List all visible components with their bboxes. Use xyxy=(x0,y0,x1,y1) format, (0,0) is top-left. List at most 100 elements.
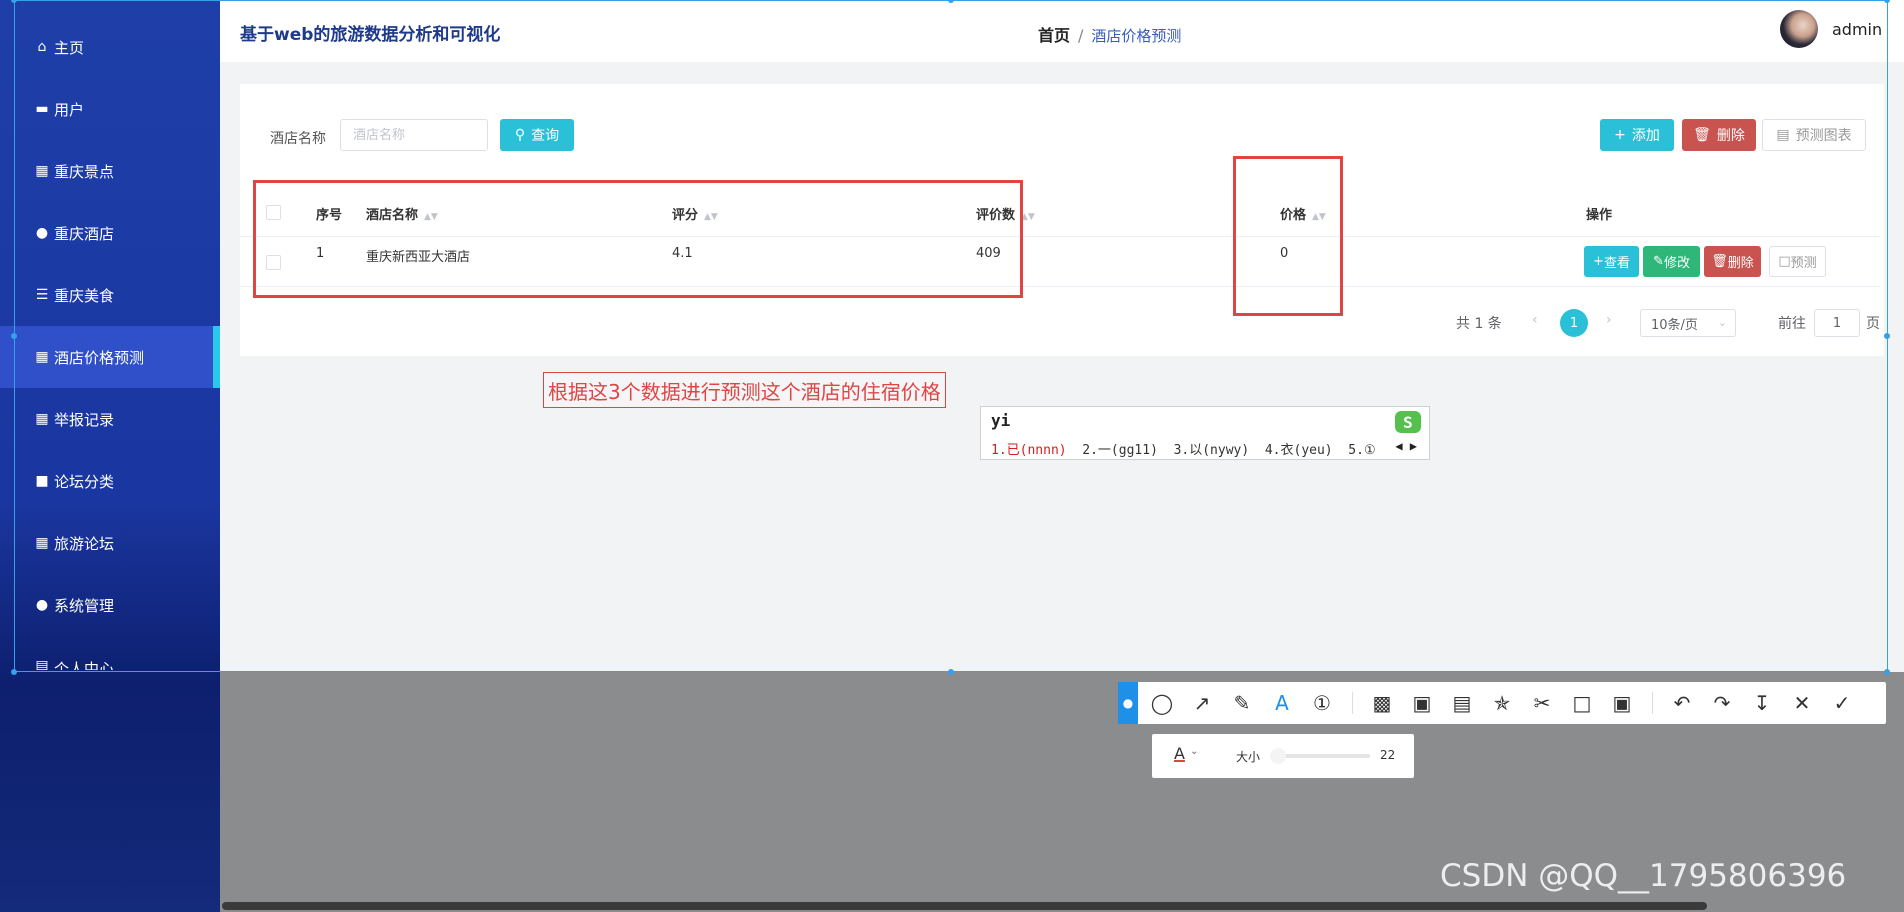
search-icon: ⚲ xyxy=(514,127,526,143)
chevron-down-icon[interactable]: ⌄ xyxy=(1190,746,1198,757)
next-page-icon[interactable]: › xyxy=(1606,312,1612,328)
ime-candidate[interactable]: 2.一(gg11) xyxy=(1082,443,1158,458)
grid-icon: ▦ xyxy=(35,411,49,427)
edit-button-label: 修改 xyxy=(1663,256,1690,271)
breadcrumb: 首页 / 酒店价格预测 xyxy=(1038,22,1181,46)
ocr-icon[interactable]: ▣ xyxy=(1604,686,1640,720)
pin-icon[interactable]: ✯ xyxy=(1484,686,1520,720)
chevron-down-icon: ⌄ xyxy=(1717,316,1727,329)
breadcrumb-current: 酒店价格预测 xyxy=(1091,27,1182,45)
redo-icon[interactable]: ↷ xyxy=(1704,686,1740,720)
page-size-select[interactable]: 10条/页 ⌄ xyxy=(1640,309,1736,337)
mosaic-icon[interactable]: ▩ xyxy=(1364,686,1400,720)
plus-icon: + xyxy=(1614,127,1626,143)
search-label: 酒店名称 xyxy=(270,131,326,147)
sidebar-item-label: 旅游论坛 xyxy=(54,534,115,553)
text-tool-icon[interactable]: A xyxy=(1264,686,1300,720)
undo-icon[interactable]: ↶ xyxy=(1664,686,1700,720)
username[interactable]: admin xyxy=(1832,20,1882,39)
predict-button[interactable]: □ 预测 xyxy=(1769,246,1826,277)
ime-candidate[interactable]: 3.以(nywy) xyxy=(1174,443,1250,458)
download-icon[interactable]: ↧ xyxy=(1744,686,1780,720)
hatch-icon[interactable]: ▤ xyxy=(1444,686,1480,720)
person-icon: ● xyxy=(35,225,49,241)
avatar[interactable] xyxy=(1780,10,1818,48)
page-size-value: 10条/页 xyxy=(1651,317,1698,333)
annotation-text[interactable]: 根据这3个数据进行预测这个酒店的住宿价格 xyxy=(543,372,946,408)
ime-candidate[interactable]: 5.① xyxy=(1348,443,1375,458)
font-color-icon[interactable]: A xyxy=(1174,744,1185,763)
sidebar-item-attractions[interactable]: ▦ 重庆景点 xyxy=(0,140,220,202)
close-icon[interactable]: ✕ xyxy=(1784,686,1820,720)
scissors-icon[interactable]: ✂ xyxy=(1524,686,1560,720)
edit-button[interactable]: ✎ 修改 xyxy=(1643,246,1700,277)
header-ops: 操作 xyxy=(1586,208,1613,223)
grid-icon: ▦ xyxy=(35,349,49,365)
breadcrumb-separator: / xyxy=(1078,26,1084,45)
watermark: CSDN @QQ__1795806396 xyxy=(1440,858,1847,894)
row-delete-button-label: 删除 xyxy=(1727,256,1754,271)
sidebar-item-label: 举报记录 xyxy=(54,410,115,429)
page-number-current[interactable]: 1 xyxy=(1560,309,1588,337)
blur-icon[interactable]: ▣ xyxy=(1404,686,1440,720)
sidebar-item-system[interactable]: ● 系统管理 xyxy=(0,574,220,636)
view-button[interactable]: + 查看 xyxy=(1584,246,1639,277)
trash-icon: 🗑 xyxy=(1693,127,1711,143)
prev-page-icon[interactable]: ‹ xyxy=(1532,312,1538,328)
confirm-icon[interactable]: ✓ xyxy=(1824,686,1860,720)
hotel-name-search-input[interactable] xyxy=(340,119,488,151)
sidebar-item-label: 主页 xyxy=(54,38,85,57)
font-size-value: 22 xyxy=(1380,748,1396,762)
toolbar-divider xyxy=(1652,692,1653,714)
top-bar: 基于web的旅游数据分析和可视化 首页 / 酒店价格预测 admin xyxy=(220,0,1904,62)
ime-candidate-window: yi S 1.已(nnnn) 2.一(gg11) 3.以(nywy) 4.衣(y… xyxy=(980,406,1430,460)
toolbar-divider xyxy=(1352,692,1353,714)
resize-handle[interactable] xyxy=(11,333,17,339)
sidebar-item-price-prediction[interactable]: ▦ 酒店价格预测 xyxy=(0,326,220,388)
sidebar-item-forum[interactable]: ▦ 旅游论坛 xyxy=(0,512,220,574)
ime-logo-icon: S xyxy=(1395,411,1421,433)
arrow-icon[interactable]: ↗ xyxy=(1184,686,1220,720)
pen-icon[interactable]: ✎ xyxy=(1224,686,1260,720)
add-button-label: 添加 xyxy=(1631,128,1660,144)
sidebar-item-forum-categories[interactable]: ■ 论坛分类 xyxy=(0,450,220,512)
delete-button[interactable]: 🗑 删除 xyxy=(1682,119,1756,151)
ime-candidate[interactable]: 4.衣(yeu) xyxy=(1265,443,1333,458)
add-button[interactable]: + 添加 xyxy=(1600,119,1674,151)
view-button-label: 查看 xyxy=(1603,256,1630,271)
query-button-label: 查询 xyxy=(531,128,560,144)
row-delete-button[interactable]: 🗑 删除 xyxy=(1704,246,1761,277)
query-button[interactable]: ⚲ 查询 xyxy=(500,119,574,151)
ime-candidate[interactable]: 1.已(nnnn) xyxy=(991,443,1067,458)
resize-handle[interactable] xyxy=(948,669,954,675)
sidebar-item-label: 系统管理 xyxy=(54,596,115,615)
chart-icon: ▤ xyxy=(1776,127,1790,143)
number-marker-icon[interactable]: ① xyxy=(1304,686,1340,720)
resize-handle[interactable] xyxy=(1884,669,1890,675)
translate-icon[interactable]: □ xyxy=(1564,686,1600,720)
sidebar-item-profile[interactable]: ▤ 个人中心 xyxy=(0,636,220,670)
monitor-icon: ▬ xyxy=(35,101,49,117)
resize-handle[interactable] xyxy=(11,669,17,675)
sidebar-item-reports[interactable]: ▦ 举报记录 xyxy=(0,388,220,450)
sidebar-item-home[interactable]: ⌂ 主页 xyxy=(0,16,220,78)
sidebar-item-users[interactable]: ▬ 用户 xyxy=(0,78,220,140)
resize-handle[interactable] xyxy=(1884,333,1890,339)
sidebar-item-label: 酒店价格预测 xyxy=(54,348,145,367)
id-card-icon: ▤ xyxy=(35,658,49,670)
shape-icon[interactable]: ◯ xyxy=(1144,686,1180,720)
font-size-slider-knob[interactable] xyxy=(1270,748,1286,764)
pagination-total: 共 1 条 xyxy=(1456,316,1502,332)
goto-label: 前往 xyxy=(1778,316,1806,332)
ime-next-page-icon[interactable]: ◀ ▶ xyxy=(1395,439,1417,453)
prediction-chart-button[interactable]: ▤ 预测图表 xyxy=(1762,119,1866,151)
sidebar: ⌂ 主页 ▬ 用户 ▦ 重庆景点 ● 重庆酒店 ☰ 重庆美食 ▦ 酒店价格预测 ▦ 举报记录 … xyxy=(0,0,220,912)
font-size-label: 大小 xyxy=(1236,750,1261,764)
breadcrumb-home[interactable]: 首页 xyxy=(1038,26,1070,45)
toolbar-tab-icon[interactable]: ● xyxy=(1118,682,1138,724)
sort-icon[interactable]: ▲▼ xyxy=(1021,212,1035,222)
sidebar-item-label: 个人中心 xyxy=(54,660,115,670)
horizontal-scrollbar[interactable] xyxy=(222,902,1707,910)
goto-page-input[interactable]: 1 xyxy=(1814,309,1860,337)
screenshot-toolbar: ● ◯ ↗ ✎ A ① ▩ ▣ ▤ ✯ ✂ □ ▣ ↶ ↷ ↧ ✕ ✓ xyxy=(1118,682,1886,724)
